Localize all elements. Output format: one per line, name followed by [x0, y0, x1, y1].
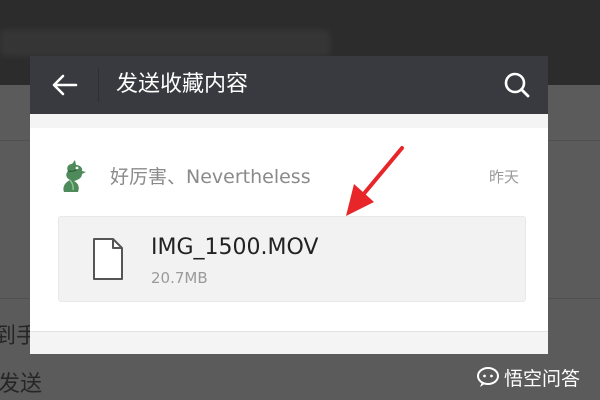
watermark: 悟空问答	[476, 362, 580, 392]
file-size: 20.7MB	[151, 269, 208, 287]
file-name: IMG_1500.MOV	[151, 235, 319, 260]
file-attachment[interactable]: IMG_1500.MOV 20.7MB	[58, 216, 526, 302]
title-divider	[98, 68, 99, 102]
item-date: 昨天	[489, 168, 520, 186]
page-title: 发送收藏内容	[116, 72, 249, 97]
background-button	[548, 302, 578, 338]
back-button[interactable]	[44, 64, 86, 106]
watermark-text: 悟空问答	[504, 367, 581, 390]
search-button[interactable]	[496, 64, 538, 106]
background-text: 发送	[0, 372, 43, 397]
title-bar: 发送收藏内容	[30, 56, 548, 114]
dragon-avatar-icon	[63, 160, 86, 192]
background-header-blur	[0, 30, 330, 56]
sender-name: 好厉害、Nevertheless	[110, 166, 311, 188]
file-document-icon	[93, 238, 123, 280]
red-arrow-icon	[346, 146, 404, 216]
send-favorites-sheet: 发送收藏内容 好厉害、Nevertheless 昨天 IMG_1500.MOV …	[30, 56, 548, 354]
back-arrow-icon	[52, 74, 78, 96]
search-icon	[504, 72, 530, 98]
chat-bubble-logo-icon	[477, 367, 499, 387]
favorite-item-card[interactable]: 好厉害、Nevertheless 昨天 IMG_1500.MOV 20.7MB	[30, 128, 548, 332]
